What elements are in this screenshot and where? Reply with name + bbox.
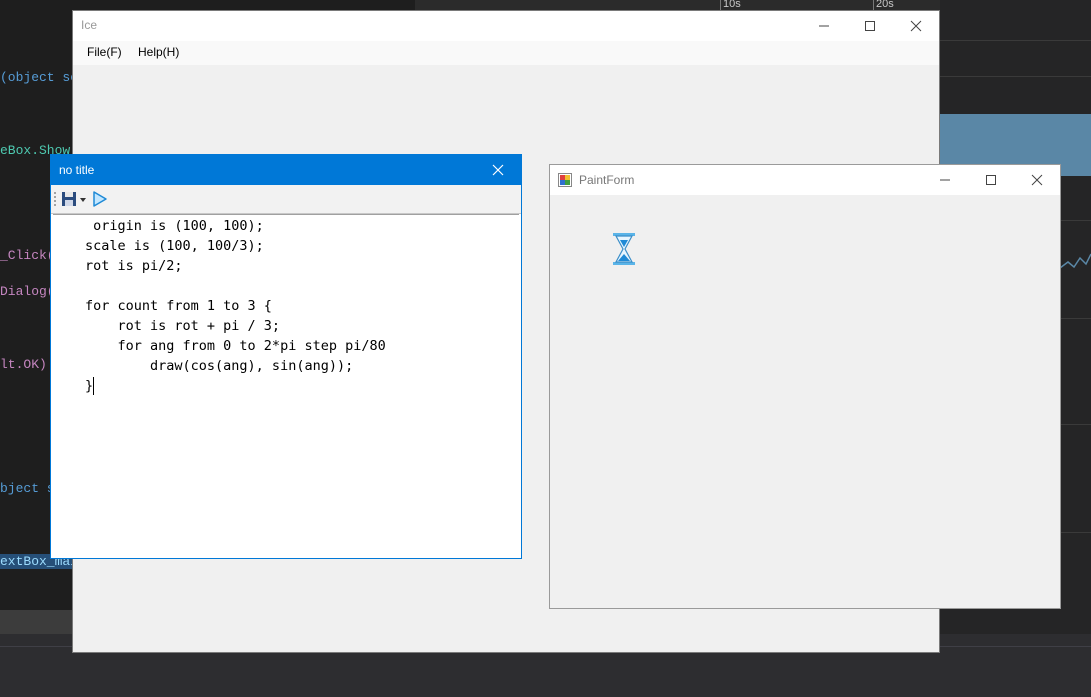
close-icon	[492, 164, 504, 176]
window-title: Ice	[81, 18, 98, 32]
grid-line	[940, 76, 1091, 77]
code-textarea[interactable]: origin is (100, 100); scale is (100, 100…	[53, 214, 519, 556]
maximize-icon	[865, 21, 875, 31]
paintform-titlebar[interactable]: PaintForm	[550, 165, 1060, 195]
editor-titlebar[interactable]: no title	[51, 155, 521, 185]
save-icon	[62, 192, 86, 206]
text-caret	[93, 377, 94, 395]
window-title: PaintForm	[579, 173, 635, 187]
minimize-button[interactable]	[801, 11, 847, 41]
code-line: origin is (100, 100);	[85, 218, 264, 234]
code-fragment: lt.OK)	[0, 357, 47, 372]
maximize-button[interactable]	[847, 11, 893, 41]
maximize-icon	[986, 175, 996, 185]
window-title: no title	[59, 163, 95, 177]
timeline-label: 20s	[876, 0, 894, 10]
code-line: rot is rot + pi / 3;	[85, 318, 281, 334]
timeline-tick	[720, 0, 721, 10]
code-fragment: bject s	[0, 481, 55, 496]
grid-line	[940, 40, 1091, 41]
minimize-icon	[819, 25, 829, 27]
ice-titlebar[interactable]: Ice	[73, 11, 939, 41]
close-button[interactable]	[475, 155, 521, 185]
close-icon	[1031, 174, 1043, 186]
menu-file[interactable]: File(F)	[87, 45, 122, 59]
toolbar-grip-icon	[54, 192, 56, 206]
code-line: draw(cos(ang), sin(ang));	[85, 358, 354, 374]
paintform-window: PaintForm	[549, 164, 1061, 609]
play-icon	[93, 191, 107, 207]
editor-toolbar	[51, 185, 521, 214]
editor-window: no title origin is (100, 100); scale is …	[50, 154, 522, 559]
maximize-button[interactable]	[968, 165, 1014, 195]
minimize-button[interactable]	[922, 165, 968, 195]
minimize-icon	[940, 179, 950, 181]
timeline-label: 10s	[723, 0, 741, 10]
code-fragment: (object se	[0, 70, 79, 85]
code-line: rot is pi/2;	[85, 258, 183, 274]
hourglass-icon	[613, 233, 635, 265]
close-icon	[910, 20, 922, 32]
timeline-tick	[873, 0, 874, 10]
menu-bar: File(F) Help(H)	[73, 41, 939, 65]
run-button[interactable]	[91, 189, 109, 209]
code-fragment: Dialog(	[0, 284, 55, 299]
form-icon	[558, 173, 572, 187]
close-button[interactable]	[1014, 165, 1060, 195]
code-line: }	[85, 378, 94, 394]
code-line: for ang from 0 to 2*pi step pi/80	[85, 338, 386, 354]
ide-scrollbar-strip	[0, 610, 80, 634]
code-fragment: _Click(	[0, 248, 55, 263]
save-dropdown-button[interactable]	[61, 190, 87, 208]
code-line: scale is (100, 100/3);	[85, 238, 264, 254]
code-line: for count from 1 to 3 {	[85, 298, 272, 314]
menu-help[interactable]: Help(H)	[138, 45, 179, 59]
close-button[interactable]	[893, 11, 939, 41]
